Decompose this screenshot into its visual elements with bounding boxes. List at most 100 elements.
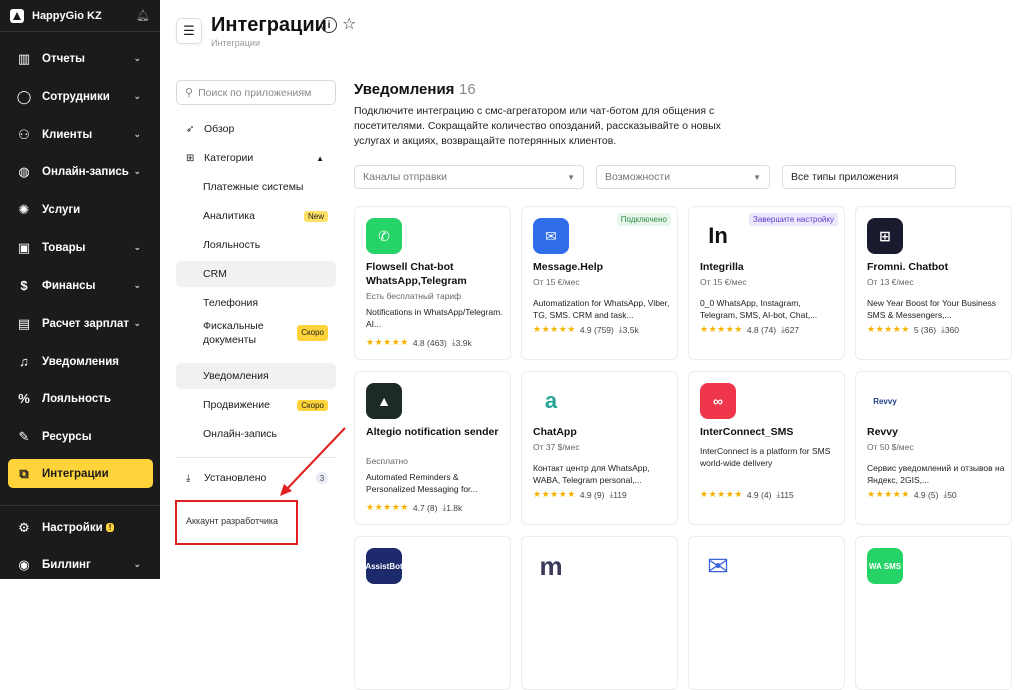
chevron-down-icon: ⌄	[133, 559, 141, 569]
sidebar-item-11[interactable]: ⧉ Интеграции	[8, 459, 153, 488]
app-card[interactable]: ▲ Altegio notification sender Бесплатно Aut…	[354, 371, 511, 525]
sidebar-item-3[interactable]: ◍ Онлайн-запись ⌄	[8, 157, 153, 186]
rating-value: 4.9 (759)	[579, 324, 614, 335]
sidebar-item-7[interactable]: ▤ Расчет зарплат ⌄	[8, 309, 153, 338]
filter-label: Все типы приложения	[791, 171, 899, 183]
sidebar-item-label: Сотрудники	[42, 90, 110, 103]
chevron-down-icon: ⌄	[133, 242, 141, 252]
filter-channels[interactable]: Каналы отправки ▼	[354, 165, 584, 189]
sidebar-item-billing[interactable]: ◉ Биллинг ⌄	[8, 550, 153, 579]
sidebar-item-label: Услуги	[42, 203, 81, 216]
category-item-7[interactable]: Продвижение Скоро	[176, 392, 336, 418]
page-title: Интеграции	[211, 14, 327, 36]
app-price: Бесплатно	[366, 456, 408, 466]
chatapp-icon: a	[533, 383, 569, 419]
sidebar-item-label: Настройки	[42, 521, 103, 534]
products-icon: ▣	[17, 239, 31, 255]
rating-value: 4.8 (74)	[746, 324, 777, 335]
grid-icon: ⊞	[186, 152, 195, 164]
reports-icon: ▥	[17, 50, 31, 66]
app-name: InterConnect_SMS	[700, 426, 794, 438]
category-item-5[interactable]: Фискальные документы Скоро	[176, 316, 336, 350]
filter-features[interactable]: Возможности ▼	[596, 165, 770, 189]
app-card[interactable]: WA SMS	[855, 536, 1012, 690]
sidebar-item-9[interactable]: % Лояльность	[8, 384, 153, 413]
category-overview[interactable]: ➶ Обзор	[176, 116, 336, 142]
rating-stars: ★★★★★	[533, 324, 576, 334]
search-input[interactable]	[198, 86, 329, 99]
menu-toggle-button[interactable]: ☰	[176, 18, 202, 44]
category-label: Телефония	[203, 297, 259, 309]
section-title: Уведомления	[354, 81, 455, 98]
category-group-toggle[interactable]: ⊞ Категории ▲	[176, 145, 336, 171]
download-count: 119	[613, 489, 627, 500]
rating-value: 5 (36)	[913, 324, 937, 335]
app-card[interactable]: ⊞ Fromni. Chatbot От 13 €/мес New Year Boos…	[855, 206, 1012, 360]
info-icon[interactable]: i	[321, 17, 337, 33]
sidebar-item-4[interactable]: ✺ Услуги	[8, 195, 153, 224]
app-name: Message.Help	[533, 261, 604, 273]
category-label: Уведомления	[203, 370, 269, 382]
sidebar-item-5[interactable]: ▣ Товары ⌄	[8, 233, 153, 262]
app-search[interactable]: ⚲	[176, 80, 336, 105]
app-price: От 37 $/мес	[533, 442, 580, 452]
app-rating: ★★★★★ 4.9 (9) ⤓ 119	[533, 489, 627, 500]
rating-value: 4.7 (8)	[412, 502, 438, 513]
category-item-2[interactable]: Лояльность	[176, 232, 336, 258]
bell-icon: ♫	[19, 354, 29, 369]
sidebar-item-0[interactable]: ▥ Отчеты ⌄	[8, 44, 153, 73]
app-card[interactable]: ∞ InterConnect_SMS InterConnect is a platf…	[688, 371, 845, 525]
category-item-0[interactable]: Платежные системы	[176, 174, 336, 200]
favorite-star-icon[interactable]: ☆	[342, 14, 356, 34]
download-count: 627	[784, 324, 800, 335]
settings-warning-badge: !	[105, 523, 115, 532]
category-tag: New	[303, 210, 328, 222]
app-card[interactable]: Revvy Revvy От 50 $/мес Сервис уведомлений …	[855, 371, 1012, 525]
clients-icon: ⚇	[18, 126, 30, 142]
sidebar-item-2[interactable]: ⚇ Клиенты ⌄	[8, 120, 153, 149]
app-card[interactable]: ✆ Flowsell Chat-bot WhatsApp,Telegram Есть…	[354, 206, 511, 360]
app-card[interactable]: In Завершите настройку Integrilla От 15 €/м…	[688, 206, 845, 360]
app-name: Altegio notification sender	[366, 426, 499, 438]
download-count: 3.9k	[455, 337, 472, 348]
chevron-down-icon: ⌄	[133, 166, 141, 176]
sidebar-item-label: Лояльность	[42, 392, 111, 405]
sidebar-item-label: Товары	[42, 241, 86, 254]
download-count: 115	[780, 489, 794, 500]
sidebar-item-8[interactable]: ♫ Уведомления	[8, 347, 153, 376]
filter-app-types[interactable]: Все типы приложения	[782, 165, 956, 189]
app-card[interactable]: a ChatApp От 37 $/мес Контакт центр для Wha…	[521, 371, 678, 525]
category-item-1[interactable]: Аналитика New	[176, 203, 336, 229]
user-icon: ◯	[16, 88, 32, 104]
app-card[interactable]: m	[521, 536, 678, 690]
app-rating: ★★★★★ 4.8 (74) ⤓ 627	[700, 324, 799, 335]
rating-stars: ★★★★★	[533, 489, 576, 499]
category-item-3[interactable]: CRM	[176, 261, 336, 287]
chevron-down-icon: ▼	[567, 172, 575, 182]
sidebar-item-6[interactable]: $ Финансы ⌄	[8, 271, 153, 300]
interconnect-icon: ∞	[700, 383, 736, 419]
breadcrumb[interactable]: Интеграции	[211, 38, 260, 48]
sidebar-item-label: Клиенты	[42, 128, 93, 141]
category-item-4[interactable]: Телефония	[176, 290, 336, 316]
category-label: Установлено	[204, 472, 267, 484]
brand-bar[interactable]: HappyGio KZ 🔔︎	[0, 0, 160, 32]
app-price: Есть бесплатный тариф	[366, 291, 462, 301]
app-card[interactable]: ✉	[688, 536, 845, 690]
sidebar-item-settings[interactable]: ⚙ Настройки !	[8, 513, 153, 542]
bell-icon[interactable]: 🔔︎	[136, 9, 150, 22]
rating-value: 4.9 (4)	[746, 489, 772, 500]
category-label: Обзор	[204, 123, 235, 135]
app-card[interactable]: AssistBot	[354, 536, 511, 690]
app-card[interactable]: ✉ Подключено Message.Help От 15 €/мес Automa…	[521, 206, 678, 360]
app-price: От 13 €/мес	[867, 277, 914, 287]
app-description: New Year Boost for Your Business SMS & M…	[867, 298, 996, 320]
developer-account-link[interactable]: Аккаунт разработчика	[186, 516, 278, 526]
sidebar-item-10[interactable]: ✎ Ресурсы	[8, 422, 153, 451]
download-count: 50	[947, 489, 957, 500]
rating-stars: ★★★★★	[366, 502, 409, 512]
download-count: 1.8k	[446, 502, 463, 513]
category-item-6[interactable]: Уведомления	[176, 363, 336, 389]
app-price: От 50 $/мес	[867, 442, 914, 452]
sidebar-item-1[interactable]: ◯ Сотрудники ⌄	[8, 82, 153, 111]
